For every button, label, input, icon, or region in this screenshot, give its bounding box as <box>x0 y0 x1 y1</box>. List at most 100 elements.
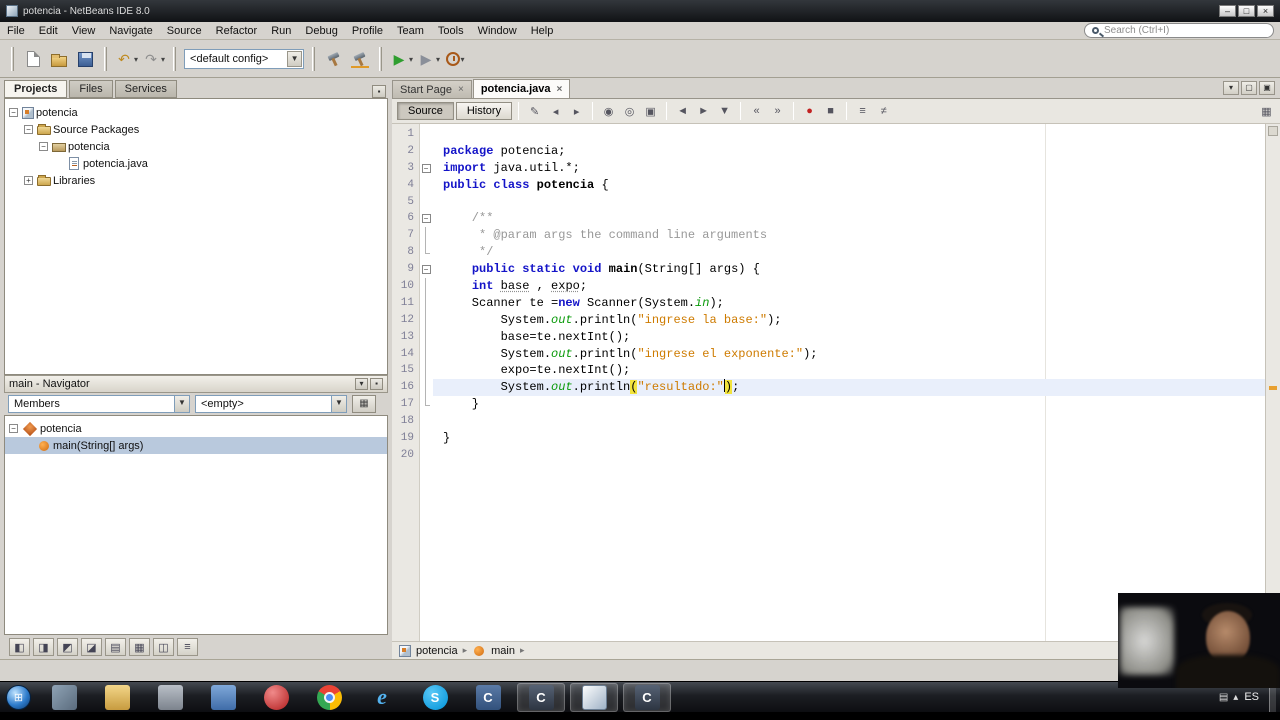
fold-collapse-icon[interactable]: − <box>421 214 431 224</box>
collapse-icon[interactable]: − <box>39 142 48 151</box>
taskbar-app-media[interactable] <box>40 683 88 712</box>
config-select[interactable]: <default config> ▼ <box>184 49 305 69</box>
taskbar-dev-cpp-2[interactable]: C <box>623 682 671 712</box>
menu-window[interactable]: Window <box>471 24 524 38</box>
previous-bookmark-icon[interactable]: ◄ <box>673 102 692 121</box>
menu-view[interactable]: View <box>65 24 103 38</box>
run-project-button[interactable]: ▶ ▾ <box>388 46 415 72</box>
taskbar-netbeans[interactable] <box>570 682 618 712</box>
new-file-button[interactable] <box>20 46 46 72</box>
forward-icon[interactable]: ▸ <box>567 102 586 121</box>
shift-right-icon[interactable]: » <box>768 102 787 121</box>
fold-collapse-icon[interactable]: − <box>421 265 431 275</box>
menu-team[interactable]: Team <box>390 24 431 38</box>
search-box[interactable]: Search (Ctrl+I) <box>1084 23 1274 38</box>
taskbar-skype[interactable]: S <box>411 683 459 712</box>
stop-macro-icon[interactable]: ■ <box>821 102 840 121</box>
menu-source[interactable]: Source <box>160 24 209 38</box>
split-window-icon[interactable]: ◫ <box>153 638 174 656</box>
tab-files[interactable]: Files <box>69 80 113 98</box>
shift-left-icon[interactable]: « <box>747 102 766 121</box>
debug-project-button[interactable]: ▶ ▾ <box>415 46 442 72</box>
editor-body[interactable]: 1 2 package potencia; 3− import java.util.*;… <box>392 124 1280 641</box>
menu-profile[interactable]: Profile <box>345 24 390 38</box>
collapse-icon[interactable]: − <box>9 424 18 433</box>
code-line-8[interactable]: 8 */ <box>392 244 1265 261</box>
tree-item-potencia[interactable]: − potencia <box>5 420 387 437</box>
find-selection-icon[interactable]: ◉ <box>599 102 618 121</box>
start-macro-icon[interactable]: ● <box>800 102 819 121</box>
collapse-panel-icon[interactable]: ▪ <box>372 85 386 98</box>
code-line-16[interactable]: 16 System.out.println("resultado:"); <box>392 379 1265 397</box>
taskbar-chrome[interactable] <box>305 683 353 712</box>
redo-button[interactable]: ↷ ▾ <box>140 46 167 72</box>
split-document-icon[interactable]: ▦ <box>1257 102 1276 121</box>
sort-navigator-icon[interactable]: ▾ <box>355 378 368 390</box>
taskbar-internet-explorer[interactable]: e <box>358 683 406 712</box>
menu-run[interactable]: Run <box>264 24 298 38</box>
profile-project-button[interactable]: ▾ <box>442 46 468 72</box>
dock-left-icon[interactable]: ◧ <box>9 638 30 656</box>
menu-navigate[interactable]: Navigate <box>102 24 159 38</box>
comment-icon[interactable]: ≡ <box>853 102 872 121</box>
collapse-icon[interactable]: − <box>24 125 33 134</box>
dock-bottom-icon[interactable]: ◪ <box>81 638 102 656</box>
code-line-5[interactable]: 5 <box>392 194 1265 211</box>
expand-icon[interactable]: + <box>24 176 33 185</box>
close-button[interactable]: × <box>1257 5 1274 17</box>
error-stripe[interactable] <box>1265 124 1280 641</box>
taskbar-app-blue[interactable] <box>199 683 247 712</box>
open-project-button[interactable] <box>46 46 72 72</box>
menu-help[interactable]: Help <box>524 24 561 38</box>
close-tab-icon[interactable]: × <box>458 84 464 95</box>
breadcrumb-item-main[interactable]: main <box>491 645 515 657</box>
code-line-1[interactable]: 1 <box>392 126 1265 143</box>
code-line-10[interactable]: 10 int base , expo; <box>392 278 1265 295</box>
scope-select[interactable]: <empty> ▼ <box>195 395 347 413</box>
menu-refactor[interactable]: Refactor <box>209 24 265 38</box>
taskbar-app-gray[interactable] <box>146 683 194 712</box>
collapse-icon[interactable]: − <box>9 108 18 117</box>
toggle-bookmark-icon[interactable]: ▼ <box>715 102 734 121</box>
menu-tools[interactable]: Tools <box>431 24 471 38</box>
build-project-button[interactable] <box>321 46 347 72</box>
output-window-icon[interactable]: ▤ <box>105 638 126 656</box>
toggle-highlight-icon[interactable]: ▣ <box>641 102 660 121</box>
menu-edit[interactable]: Edit <box>32 24 65 38</box>
tree-item-potencia[interactable]: − potencia <box>5 138 387 155</box>
fold-collapse-icon[interactable]: − <box>421 163 431 173</box>
maximize-button[interactable]: □ <box>1238 5 1255 17</box>
save-all-button[interactable] <box>72 46 98 72</box>
code-line-15[interactable]: 15 expo=te.nextInt(); <box>392 362 1265 380</box>
code-line-4[interactable]: 4 public class potencia { <box>392 177 1265 194</box>
back-icon[interactable]: ◂ <box>546 102 565 121</box>
uncomment-icon[interactable]: ≠ <box>874 102 893 121</box>
dock-top-icon[interactable]: ◩ <box>57 638 78 656</box>
dock-right-icon[interactable]: ◨ <box>33 638 54 656</box>
menu-file[interactable]: File <box>0 24 32 38</box>
minimize-button[interactable]: – <box>1219 5 1236 17</box>
tray-keyboard-icon[interactable]: ▤ <box>1219 692 1228 703</box>
code-line-7[interactable]: 7 * @param args the command line argumen… <box>392 227 1265 245</box>
editor-tab-potencia-java[interactable]: potencia.java × <box>472 79 571 98</box>
code-line-17[interactable]: 17 } <box>392 396 1265 413</box>
language-indicator[interactable]: ES <box>1244 691 1259 703</box>
tree-item-potencia-java[interactable]: potencia.java <box>5 155 387 172</box>
breadcrumb-item-potencia[interactable]: potencia <box>416 645 458 657</box>
source-view-button[interactable]: Source <box>397 102 454 120</box>
code-line-18[interactable]: 18 <box>392 413 1265 430</box>
tray-show-hidden-icon[interactable]: ▴ <box>1233 692 1238 703</box>
tab-projects[interactable]: Projects <box>4 80 68 98</box>
code-line-14[interactable]: 14 System.out.println("ingrese el expone… <box>392 345 1265 363</box>
start-button[interactable]: ⊞ <box>6 684 31 710</box>
close-tab-icon[interactable]: × <box>557 84 563 95</box>
code-line-11[interactable]: 11 Scanner te =new Scanner(System.in); <box>392 294 1265 312</box>
undo-button[interactable]: ↶ ▾ <box>113 46 140 72</box>
close-navigator-icon[interactable]: ▪ <box>370 378 383 390</box>
tree-item-source-packages[interactable]: − Source Packages <box>5 121 387 138</box>
tab-services[interactable]: Services <box>114 80 177 98</box>
tree-item-potencia[interactable]: − potencia <box>5 104 387 121</box>
navigator-filter-button[interactable]: ▦ <box>352 395 376 413</box>
code-line-13[interactable]: 13 base=te.nextInt(); <box>392 328 1265 346</box>
members-select[interactable]: Members ▼ <box>8 395 190 413</box>
